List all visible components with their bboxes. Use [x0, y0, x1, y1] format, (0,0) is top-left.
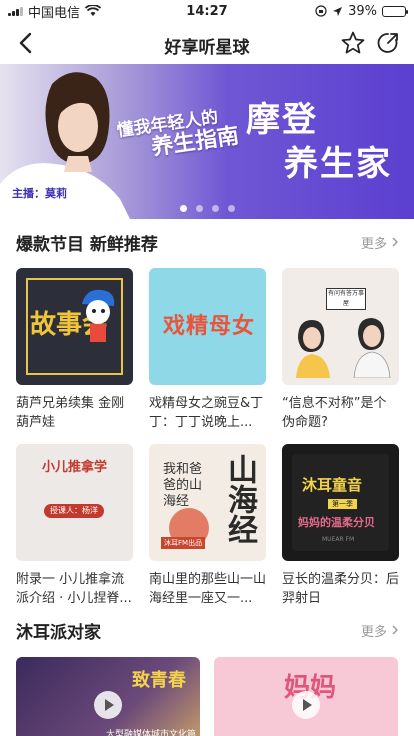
- program-cover: 我和爸爸的山海经 山海经 沐耳FM出品: [149, 444, 266, 561]
- program-card[interactable]: 戏精母女 戏精母女之豌豆&丁丁：丁丁说晚上...: [149, 268, 266, 432]
- location-icon: [333, 6, 343, 16]
- section-title: 沐耳派对家: [16, 622, 101, 643]
- wifi-icon: [85, 5, 102, 16]
- more-link[interactable]: 更多: [361, 621, 400, 640]
- cover-title: 有问有答万事屋: [326, 288, 366, 310]
- status-bar: 中国电信 14:27 39%: [0, 0, 414, 22]
- battery-percent: 39%: [348, 3, 377, 19]
- carousel-dot[interactable]: [227, 205, 235, 212]
- favorite-star-icon[interactable]: [340, 30, 366, 56]
- battery-icon: [382, 5, 408, 17]
- program-cover: 有问有答万事屋: [282, 268, 399, 385]
- banner-title-line2: 养生家: [284, 144, 392, 184]
- play-icon[interactable]: [94, 691, 122, 719]
- banner-carousel[interactable]: 懂我年轻人的 养生指南 摩登 养生家 主播：莫莉: [0, 64, 414, 219]
- signal-icon: [8, 6, 23, 16]
- chevron-right-icon: [392, 237, 398, 247]
- section-title: 爆款节目 新鲜推荐: [16, 234, 158, 255]
- program-caption: “信息不对称”是个伪命题?: [282, 396, 387, 430]
- cover-title: 戏精母女: [163, 314, 256, 339]
- cover-title: 我和爸爸的山海经: [163, 462, 203, 509]
- program-caption: 附录一 小儿推拿流派介绍 · 小儿捏脊...: [16, 572, 132, 606]
- carousel-dot[interactable]: [211, 205, 219, 212]
- program-caption: 葫芦兄弟续集 金刚葫芦娃: [16, 396, 125, 430]
- program-card[interactable]: 我和爸爸的山海经 山海经 沐耳FM出品 南山里的那些山一山海经里一座又一...: [149, 444, 266, 608]
- carousel-dot[interactable]: [195, 205, 203, 212]
- cover-brand: MUEAR FM: [322, 536, 355, 543]
- cover-badge: 第一季: [328, 499, 357, 509]
- cover-title: 沐耳童音: [302, 476, 363, 494]
- cover-subtitle: 大型融媒体城市文化篇章: [106, 730, 197, 736]
- more-link[interactable]: 更多: [361, 233, 400, 252]
- program-caption: 南山里的那些山一山海经里一座又一...: [149, 572, 266, 606]
- chevron-right-icon: [392, 625, 398, 635]
- cover-title: 小儿推拿学: [41, 460, 107, 475]
- program-card[interactable]: 有问有答万事屋 “信息不对称”是个伪命题?: [282, 268, 399, 432]
- party-row: 致青春 大型融媒体城市文化篇章 妈妈: [16, 657, 398, 736]
- cover-tag: 沐耳FM出品: [161, 537, 206, 549]
- program-cover: 故事会: [16, 268, 133, 385]
- cover-subtitle: 山海经: [222, 454, 257, 544]
- banner-title: 摩登 养生家: [246, 98, 392, 186]
- program-cover: 戏精母女: [149, 268, 266, 385]
- status-left: 中国电信: [8, 2, 102, 21]
- play-icon[interactable]: [292, 691, 320, 719]
- program-caption: 豆长的温柔分贝：后羿射日: [282, 572, 399, 606]
- program-grid: 故事会 葫芦兄弟续集 金刚葫芦娃 戏精母女 戏精母女之豌豆&丁丁：丁丁说晚上..…: [16, 268, 399, 608]
- program-cover: 沐耳童音 第一季 妈妈的温柔分贝 MUEAR FM: [282, 444, 399, 561]
- share-icon[interactable]: [374, 29, 402, 57]
- party-card[interactable]: 妈妈: [214, 657, 398, 736]
- party-card[interactable]: 致青春 大型融媒体城市文化篇章: [16, 657, 200, 736]
- status-right: 39%: [315, 3, 408, 19]
- program-card[interactable]: 小儿推拿学 授课人：杨洋 附录一 小儿推拿流派介绍 · 小儿捏脊...: [16, 444, 133, 608]
- cartoon-boy-illustration: [82, 289, 115, 342]
- cover-title: 致青春: [132, 670, 186, 691]
- program-cover: 小儿推拿学 授课人：杨洋: [16, 444, 133, 561]
- program-card[interactable]: 沐耳童音 第一季 妈妈的温柔分贝 MUEAR FM 豆长的温柔分贝：后羿射日: [282, 444, 399, 608]
- carousel-dots: [0, 205, 414, 212]
- carrier-label: 中国电信: [28, 5, 81, 21]
- lock-rotation-icon: [315, 5, 327, 17]
- banner-title-line1: 摩登: [246, 100, 318, 140]
- section-header-party: 沐耳派对家 更多: [16, 618, 400, 643]
- program-card[interactable]: 故事会 葫芦兄弟续集 金刚葫芦娃: [16, 268, 133, 432]
- banner-host: 主播：莫莉: [12, 187, 67, 200]
- nav-bar: 好享听星球: [0, 22, 414, 64]
- two-women-illustration: [296, 318, 391, 378]
- carousel-dot[interactable]: [179, 205, 187, 212]
- program-caption: 戏精母女之豌豆&丁丁：丁丁说晚上...: [149, 396, 264, 430]
- cover-subtitle: 授课人：杨洋: [44, 504, 104, 518]
- cover-subtitle: 妈妈的温柔分贝: [298, 516, 375, 529]
- more-label: 更多: [360, 236, 387, 252]
- section-header-recommend: 爆款节目 新鲜推荐 更多: [16, 230, 400, 255]
- more-label: 更多: [360, 624, 387, 640]
